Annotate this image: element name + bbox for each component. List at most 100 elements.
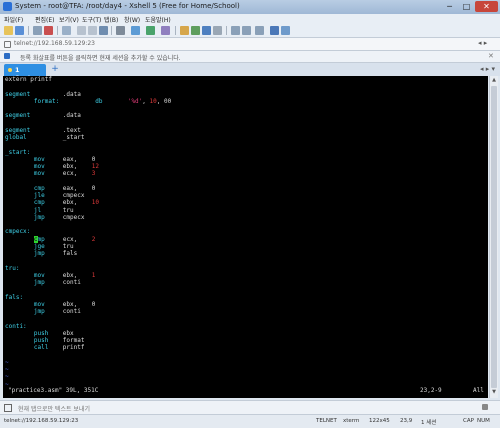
- terminal-token: conti:: [5, 322, 27, 330]
- compose-icon[interactable]: [4, 404, 12, 412]
- tab-bar: 1 System + ◂ ▸ ▾: [0, 63, 500, 82]
- keyboard-icon[interactable]: [213, 26, 222, 35]
- copy-icon[interactable]: [77, 26, 86, 35]
- terminal-token: cmpecx: [44, 192, 85, 199]
- address-nav-arrows[interactable]: ◂ ▸: [478, 39, 487, 47]
- terminal-token: 2: [91, 235, 96, 243]
- terminal-screen[interactable]: extern printf segment .data format: db '…: [3, 76, 488, 398]
- transfer-icon[interactable]: [202, 26, 211, 35]
- menu-file[interactable]: 파일(F): [4, 15, 23, 24]
- fullscreen-icon[interactable]: [242, 26, 251, 35]
- terminal-token: format:: [5, 97, 60, 105]
- terminal-token: printf: [48, 344, 85, 352]
- terminal-line: mov ebx, 0: [5, 301, 171, 308]
- terminal-token: cmp: [5, 184, 45, 192]
- terminal-token: eax, 0: [44, 155, 96, 163]
- terminal-line: extern printf: [5, 76, 171, 83]
- layout-icon[interactable]: [255, 26, 264, 35]
- terminal-token: '%d': [127, 97, 143, 105]
- terminal-line: jmp cmpecx: [5, 214, 171, 221]
- compose-lock-icon[interactable]: [482, 404, 488, 410]
- terminal-line: segment .data: [5, 91, 171, 98]
- find-icon[interactable]: [99, 26, 108, 35]
- compose-icon[interactable]: [231, 26, 240, 35]
- terminal-line: mov ebx, 1: [5, 272, 171, 279]
- status-size: 122x45: [369, 418, 390, 424]
- paste-icon[interactable]: [88, 26, 97, 35]
- tab-list-icon[interactable]: [270, 26, 279, 35]
- terminal-token: fals: [44, 250, 78, 257]
- terminal-token: segment: [5, 112, 31, 120]
- menu-tab[interactable]: 탭(B): [104, 15, 118, 24]
- terminal-token: mp: [37, 235, 45, 243]
- xftp-icon[interactable]: [191, 26, 200, 35]
- toolbar-separator: [28, 26, 29, 35]
- terminal-token: cmp: [5, 199, 45, 207]
- terminal-token: ebx,: [44, 271, 92, 279]
- print-icon[interactable]: [116, 26, 125, 35]
- close-button[interactable]: ✕: [475, 1, 498, 12]
- status-sessions: 1 세션: [421, 420, 437, 426]
- toolbar: [0, 24, 500, 38]
- terminal-token: global: [5, 134, 27, 141]
- menu-help[interactable]: 도움말(H): [145, 15, 171, 24]
- toolbar-separator: [57, 26, 58, 35]
- terminal-token: jmp: [5, 250, 45, 257]
- vertical-scrollbar[interactable]: ▲ ▼: [489, 76, 498, 398]
- color-scheme-icon[interactable]: [131, 26, 140, 35]
- scroll-up-icon[interactable]: ▲: [491, 77, 497, 83]
- terminal-line: mov ebx, 12: [5, 163, 171, 170]
- tab-system[interactable]: 1 System: [4, 64, 46, 82]
- menu-edit[interactable]: 편집(E): [35, 15, 55, 24]
- lock-icon[interactable]: [180, 26, 189, 35]
- terminal-token: ebx,: [44, 163, 92, 170]
- address-bar[interactable]: telnet://192.168.59.129:23 ◂ ▸: [0, 38, 500, 51]
- status-address: telnet://192.168.59.129:23: [4, 418, 79, 424]
- terminal-token: push: [5, 337, 49, 344]
- new-session-icon[interactable]: [4, 26, 13, 35]
- toolbar-separator: [111, 26, 112, 35]
- help-icon[interactable]: [281, 26, 290, 35]
- compose-input[interactable]: 현재 탭으로만 텍스트 보내기: [18, 404, 90, 413]
- properties-icon[interactable]: [62, 26, 71, 35]
- info-icon: [4, 53, 10, 59]
- terminal-line: _start:: [5, 149, 171, 156]
- terminal-token: eax, 0: [44, 184, 96, 192]
- menu-view[interactable]: 보기(V): [59, 15, 79, 24]
- terminal-line: segment .text: [5, 127, 171, 134]
- reconnect-icon[interactable]: [33, 26, 42, 35]
- font-icon[interactable]: [161, 26, 170, 35]
- terminal-token: jle: [5, 192, 45, 199]
- menu-window[interactable]: 창(W): [124, 15, 140, 24]
- scroll-down-icon[interactable]: ▼: [491, 389, 497, 395]
- terminal-line: jl tru: [5, 207, 171, 214]
- status-num: NUM: [477, 418, 490, 424]
- scroll-thumb[interactable]: [491, 86, 497, 388]
- info-close-icon[interactable]: ✕: [488, 52, 494, 60]
- terminal-token: conti: [44, 279, 81, 286]
- tab-nav-arrows[interactable]: ◂ ▸ ▾: [480, 65, 495, 73]
- disconnect-icon[interactable]: [44, 26, 53, 35]
- terminal-token: ~: [5, 373, 9, 381]
- terminal-token: 12: [91, 163, 99, 170]
- terminal-line: mov ecx, 3: [5, 170, 171, 177]
- menu-tools[interactable]: 도구(T): [82, 15, 101, 24]
- new-tab-button[interactable]: +: [50, 64, 60, 75]
- title-bar[interactable]: System - root@TFA: /root/day4 - Xshell 5…: [0, 0, 500, 14]
- minimize-button[interactable]: ─: [441, 1, 458, 12]
- terminal-token: cmpecx:: [5, 228, 31, 236]
- terminal-token: jl: [5, 206, 42, 214]
- address-input[interactable]: telnet://192.168.59.129:23: [14, 40, 95, 47]
- status-caps: CAP: [463, 418, 474, 424]
- open-folder-icon[interactable]: [15, 26, 24, 35]
- compose-bar[interactable]: 현재 탭으로만 텍스트 보내기: [0, 400, 500, 414]
- terminal-text: extern printf segment .data format: db '…: [5, 76, 171, 388]
- globe-icon[interactable]: [146, 26, 155, 35]
- status-protocol: TELNET: [316, 418, 337, 424]
- terminal-token: .data: [30, 112, 81, 120]
- maximize-button[interactable]: □: [458, 1, 475, 12]
- vim-status-position: 23,2-9: [420, 387, 442, 394]
